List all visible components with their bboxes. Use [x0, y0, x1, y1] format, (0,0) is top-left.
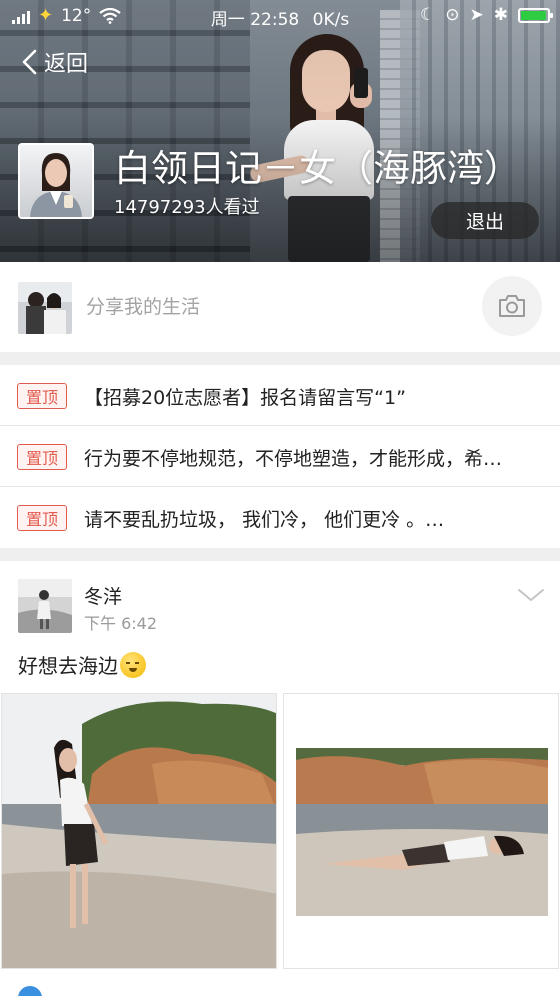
battery-icon: [518, 7, 553, 23]
bluetooth-icon: ✱: [493, 5, 508, 25]
pinned-tag: 置顶: [17, 444, 67, 470]
group-avatar-image: [20, 145, 92, 217]
group-avatar[interactable]: [18, 143, 94, 219]
like-icon[interactable]: [18, 986, 42, 996]
author-name[interactable]: 冬洋: [84, 582, 122, 609]
beach-photo-woman-standing: [2, 694, 276, 968]
exit-group-button[interactable]: 退出: [431, 202, 539, 239]
compose-bar: 分享我的生活: [0, 262, 560, 352]
location-icon: ➤: [469, 5, 484, 25]
post-time: 下午 6:42: [84, 614, 158, 633]
pinned-list: 置顶 【招募20位志愿者】报名请留言写“1” 置顶 行为要不停地规范，不停地塑造…: [0, 365, 560, 548]
moon-icon: ☾: [420, 5, 436, 25]
pinned-item-text: 请不要乱扔垃圾， 我们冷， 他们更冷 。…: [84, 509, 445, 531]
pinned-item[interactable]: 置顶 行为要不停地规范，不停地塑造，才能形成，希…: [0, 426, 560, 487]
clock: 周一 22:58: [210, 10, 300, 30]
post-footer: [0, 984, 560, 996]
smiling-face-emoji-icon: [120, 651, 146, 678]
section-divider: [0, 548, 560, 561]
share-life-input[interactable]: 分享我的生活: [86, 292, 200, 319]
chevron-left-icon: [22, 49, 37, 75]
back-label: 返回: [44, 52, 89, 77]
rotation-lock-icon: ⊙: [445, 5, 460, 25]
post-photo[interactable]: [283, 693, 559, 969]
network-speed: 0K/s: [312, 10, 350, 30]
my-avatar[interactable]: [18, 282, 72, 334]
camera-button[interactable]: [482, 276, 542, 336]
pinned-tag: 置顶: [17, 383, 67, 409]
pinned-item-text: 行为要不停地规范，不停地塑造，才能形成，希…: [84, 448, 503, 470]
battery-fill: [521, 10, 546, 20]
section-divider: [0, 352, 560, 365]
status-bar: ✦ 12° 周一 22:58 0K/s ☾ ⊙ ➤ ✱: [0, 0, 560, 34]
chevron-down-icon[interactable]: [517, 587, 545, 603]
camera-icon: [499, 295, 525, 317]
post-text: 好想去海边: [18, 650, 146, 679]
post-text-content: 好想去海边: [18, 654, 118, 678]
pinned-tag: 置顶: [17, 505, 67, 531]
back-button[interactable]: 返回: [20, 44, 88, 80]
view-count: 14797293人看过: [114, 197, 260, 218]
post-photo[interactable]: [1, 693, 277, 969]
beach-photo-woman-lying: [284, 694, 558, 968]
pinned-item[interactable]: 置顶 【招募20位志愿者】报名请留言写“1”: [0, 365, 560, 426]
group-title: 白领日记－女（海豚湾）: [114, 147, 521, 190]
pinned-item[interactable]: 置顶 请不要乱扔垃圾， 我们冷， 他们更冷 。…: [0, 487, 560, 548]
feed-post: 冬洋 下午 6:42 好想去海边: [0, 561, 560, 996]
pinned-item-text: 【招募20位志愿者】报名请留言写“1”: [84, 387, 406, 409]
author-avatar[interactable]: [18, 579, 72, 633]
